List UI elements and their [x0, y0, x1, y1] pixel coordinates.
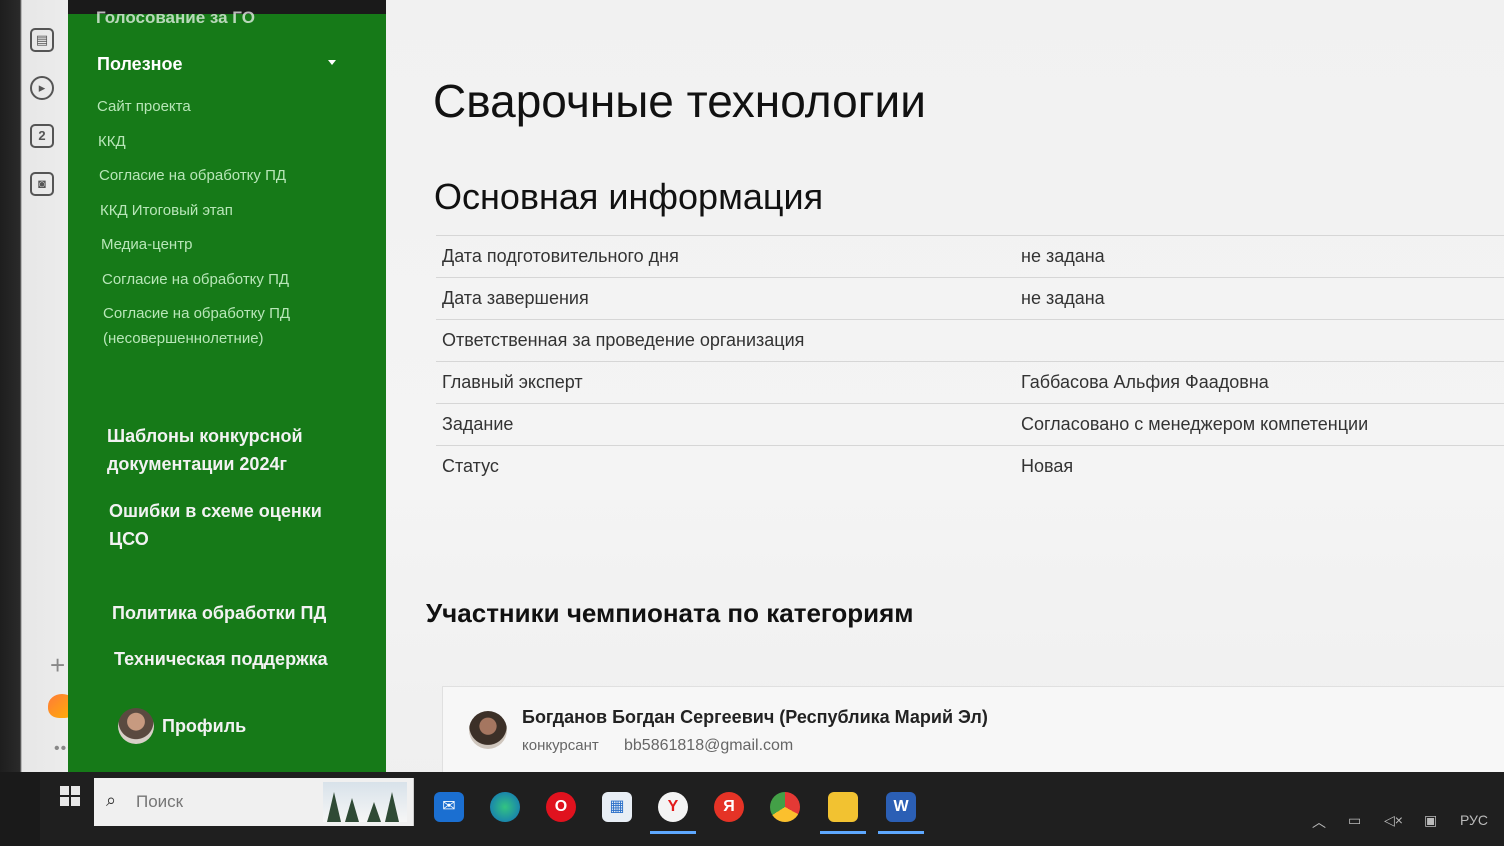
language-indicator[interactable]: РУС: [1460, 812, 1488, 828]
info-row: Дата завершения не задана: [436, 277, 1504, 319]
page-title: Сварочные технологии: [433, 75, 926, 127]
sidebar-link-kkd[interactable]: ККД: [98, 129, 126, 154]
info-key: Главный эксперт: [442, 372, 583, 392]
yandex-icon[interactable]: Я: [714, 792, 744, 822]
opera-icon[interactable]: O: [546, 792, 576, 822]
store-icon[interactable]: ▦: [602, 792, 632, 822]
screen: ▤ ▸ 2 ◙ + ••• Голосование за ГО Полезное…: [0, 0, 1504, 846]
sidebar-link-project-site[interactable]: Сайт проекта: [97, 94, 191, 119]
outlook-icon[interactable]: ✉: [434, 792, 464, 822]
profile-label: Профиль: [162, 715, 247, 736]
caret-up-icon[interactable]: [328, 60, 336, 65]
pages-icon[interactable]: ▤: [30, 28, 54, 52]
sidebar-profile[interactable]: Профиль: [118, 708, 246, 744]
info-key: Дата завершения: [442, 288, 589, 308]
info-key: Ответственная за проведение организация: [442, 330, 805, 350]
search-highlight-image: [323, 782, 407, 822]
participant-role: конкурсант: [522, 737, 599, 754]
info-table: Дата подготовительного дня не задана Дат…: [436, 235, 1504, 487]
sidebar: Голосование за ГО Полезное Сайт проекта …: [68, 8, 386, 780]
word-icon[interactable]: W: [878, 792, 924, 834]
info-value: не задана: [1021, 288, 1105, 308]
avatar: [118, 708, 154, 744]
participant-name: Богданов Богдан Сергеевич (Республика Ма…: [522, 707, 988, 727]
info-value: Габбасова Альфия Фаадовна: [1021, 372, 1269, 392]
info-key: Дата подготовительного дня: [442, 246, 679, 266]
taskbar: ⌕ ✉ O ▦ Y Я W ︿ ▭ ◁× ▣ РУС: [40, 772, 1504, 846]
search-icon: ⌕: [106, 790, 117, 810]
taskbar-search[interactable]: ⌕: [94, 778, 414, 826]
info-row: Статус Новая: [436, 445, 1504, 487]
sidebar-link-policy[interactable]: Политика обработки ПД: [112, 599, 372, 627]
info-row: Дата подготовительного дня не задана: [436, 235, 1504, 277]
battery-icon[interactable]: ▭: [1348, 812, 1361, 829]
sidebar-link-media-center[interactable]: Медиа-центр: [101, 232, 192, 257]
sidebar-link-consent[interactable]: Согласие на обработку ПД: [99, 163, 286, 188]
info-row: Ответственная за проведение организация: [436, 319, 1504, 361]
participant-email: bb5861818@gmail.com: [624, 737, 794, 754]
left-icon-rail: ▤ ▸ 2 ◙ + •••: [0, 0, 76, 772]
participants-title: Участники чемпионата по категориям: [426, 598, 914, 628]
search-input[interactable]: [136, 790, 316, 814]
yandex-browser-icon[interactable]: Y: [650, 792, 696, 834]
avatar: [469, 711, 507, 749]
play-icon[interactable]: ▸: [30, 76, 54, 100]
windows-start-icon[interactable]: [60, 786, 80, 806]
volume-muted-icon[interactable]: ◁×: [1384, 812, 1403, 829]
file-explorer-icon[interactable]: [820, 792, 866, 834]
sidebar-cut-title[interactable]: Голосование за ГО: [96, 8, 255, 28]
number-badge-icon[interactable]: 2: [30, 124, 54, 148]
sidebar-link-templates[interactable]: Шаблоны конкурсной документации 2024г: [107, 422, 347, 478]
info-row: Задание Согласовано с менеджером компете…: [436, 403, 1504, 445]
chrome-icon[interactable]: [770, 792, 800, 822]
info-key: Статус: [442, 456, 499, 476]
info-key: Задание: [442, 414, 514, 434]
edge-icon[interactable]: [490, 792, 520, 822]
info-value: Согласовано с менеджером компетенции: [1021, 414, 1369, 434]
main-content: Сварочные технологии Основная информация…: [386, 0, 1504, 790]
sidebar-link-consent-2[interactable]: Согласие на обработку ПД: [102, 267, 289, 292]
info-value: Новая: [1021, 456, 1074, 476]
info-value: не задана: [1021, 246, 1105, 266]
sidebar-link-errors[interactable]: Ошибки в схеме оценки ЦСО: [109, 497, 349, 553]
camera-icon[interactable]: ◙: [30, 172, 54, 196]
sidebar-link-support[interactable]: Техническая поддержка: [114, 645, 374, 673]
info-row: Главный эксперт Габбасова Альфия Фаадовн…: [436, 361, 1504, 403]
chevron-up-icon[interactable]: ︿: [1312, 812, 1326, 832]
network-icon[interactable]: ▣: [1424, 812, 1437, 829]
section-title-main-info: Основная информация: [434, 176, 824, 217]
sidebar-link-consent-minors[interactable]: Согласие на обработку ПД (несовершенноле…: [103, 301, 333, 351]
sidebar-section-useful[interactable]: Полезное: [97, 54, 183, 75]
sidebar-link-kkd-final[interactable]: ККД Итоговый этап: [100, 198, 233, 223]
add-icon[interactable]: +: [50, 650, 65, 681]
